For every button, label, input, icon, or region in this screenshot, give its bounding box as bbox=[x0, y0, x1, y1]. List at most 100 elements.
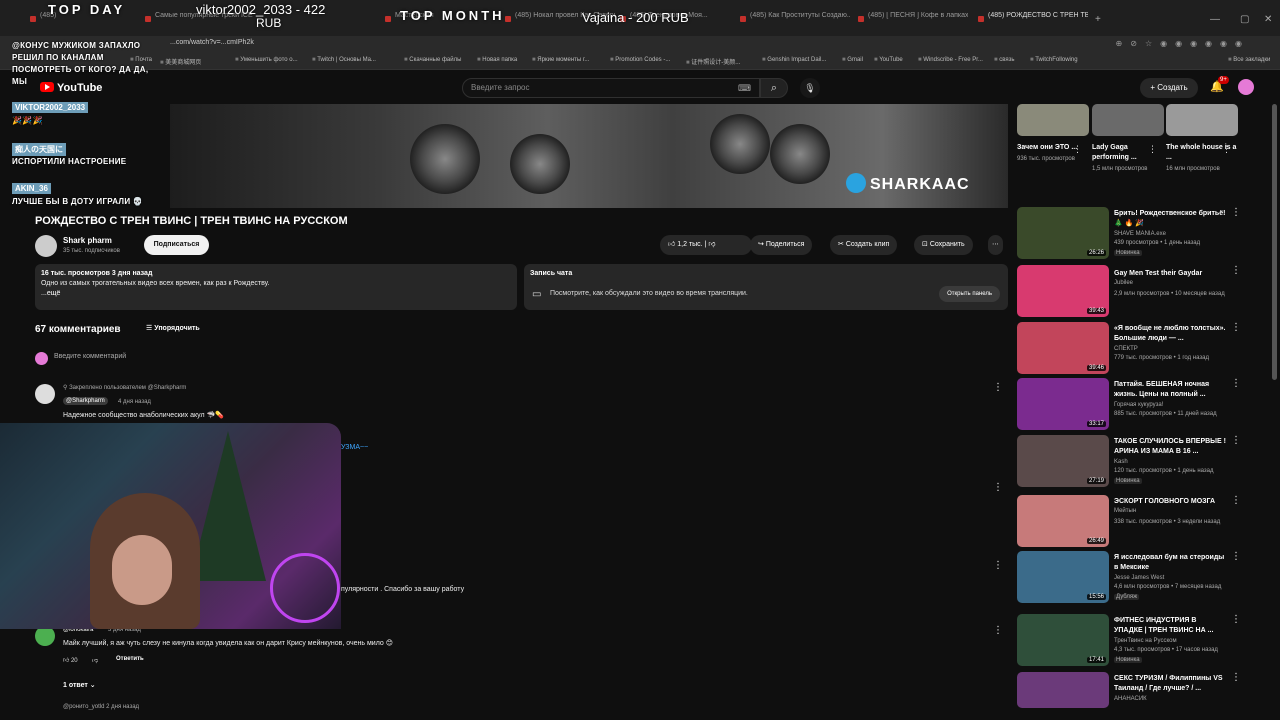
rec-menu-icon[interactable]: ⋮ bbox=[1231, 495, 1241, 506]
bookmark[interactable]: Twitch | Основы Ma... bbox=[312, 57, 376, 63]
short-thumbnail[interactable] bbox=[1092, 104, 1164, 136]
search-input[interactable]: Введите запрос bbox=[471, 83, 530, 92]
comment-author-partial[interactable]: @ронито_yotld 2 дня назад bbox=[63, 704, 139, 710]
rec-menu-icon[interactable]: ⋮ bbox=[1231, 322, 1241, 333]
minimize-icon[interactable]: — bbox=[1210, 14, 1220, 25]
rec-title[interactable]: Брить! Рождественское бритьё! 🎄 🔥 🎉 bbox=[1114, 209, 1226, 229]
bookmark[interactable]: связь bbox=[994, 57, 1014, 63]
show-replies-button[interactable]: 1 ответ ⌄ bbox=[63, 681, 96, 689]
bookmark[interactable]: Gmail bbox=[842, 57, 863, 63]
comment-link-partial[interactable]: УЗМА~~ bbox=[341, 444, 368, 451]
address-url[interactable]: ...com/watch?v=...cmIPh2k bbox=[170, 39, 254, 46]
rec-item[interactable]: 26:49 ЭСКОРТ ГОЛОВНОГО МОЗГА Мейтын 338 … bbox=[1017, 495, 1257, 549]
browser-tab[interactable]: (485) Как Проституты Создаю... bbox=[740, 12, 850, 32]
rec-menu-icon[interactable]: ⋮ bbox=[1231, 614, 1241, 625]
clip-button[interactable]: ✂ Создать клип bbox=[830, 235, 898, 255]
rec-item[interactable]: 15:56 Я исследовал бум на стероиды в Мек… bbox=[1017, 551, 1257, 605]
youtube-logo[interactable]: YouTube bbox=[40, 82, 102, 94]
bookmark[interactable]: Уменьшить фото о... bbox=[235, 57, 297, 63]
open-chat-panel-button[interactable]: Открыть панель bbox=[939, 286, 1000, 302]
rec-menu-icon[interactable]: ⋮ bbox=[1231, 265, 1241, 276]
rec-menu-icon[interactable]: ⋮ bbox=[1231, 551, 1241, 562]
like-dislike-button[interactable]: 👍︎ 1,2 тыс. | 👎︎ bbox=[660, 235, 752, 255]
comment-dislike-icon[interactable]: 👎︎ bbox=[92, 656, 98, 664]
comment-input[interactable]: Введите комментарий bbox=[54, 353, 126, 360]
rec-menu-icon[interactable]: ⋮ bbox=[1231, 207, 1241, 218]
bookmark[interactable]: Почта bbox=[130, 57, 152, 63]
rec-thumbnail[interactable] bbox=[1017, 672, 1109, 708]
rec-title[interactable]: СЕКС ТУРИЗМ / Филиппины VS Таиланд / Где… bbox=[1114, 674, 1226, 694]
description-box[interactable]: 16 тыс. просмотров 3 дня назад Одно из с… bbox=[35, 264, 517, 310]
short-card[interactable]: Зачем они ЭТО ... 936 тыс. просмотров ⋮ bbox=[1017, 104, 1089, 163]
search-field[interactable]: Введите запрос ⌨ bbox=[462, 78, 760, 98]
subscribe-button[interactable]: Подписаться bbox=[144, 235, 209, 255]
share-button[interactable]: ↪ Поделиться bbox=[750, 235, 813, 255]
comment-avatar[interactable] bbox=[35, 384, 55, 404]
rec-channel[interactable]: Горячая кукуруза! bbox=[1114, 402, 1163, 408]
comment-time[interactable]: 4 дня назад bbox=[118, 399, 151, 405]
rec-item[interactable]: 39:46 «Я вообще не люблю толстых». Больш… bbox=[1017, 322, 1257, 376]
comment-author[interactable]: @Sharkpharm bbox=[63, 397, 108, 405]
dislike-icon[interactable]: | 👎︎ bbox=[703, 241, 716, 248]
channel-avatar[interactable] bbox=[35, 235, 57, 257]
bookmark[interactable]: 证件照设计-美颜... bbox=[686, 57, 740, 66]
reply-button[interactable]: Ответить bbox=[116, 656, 144, 662]
page-scrollbar[interactable] bbox=[1272, 104, 1277, 380]
comment-menu-icon[interactable]: ⋮ bbox=[993, 625, 1003, 636]
rec-menu-icon[interactable]: ⋮ bbox=[1231, 672, 1241, 683]
bookmark[interactable]: 美美商城网页 bbox=[160, 57, 201, 66]
save-button[interactable]: ⊡ Сохранить bbox=[914, 235, 973, 255]
new-tab-icon[interactable]: + bbox=[1095, 14, 1101, 25]
bookmark-folder[interactable]: Все закладки bbox=[1228, 57, 1270, 63]
rec-title[interactable]: Gay Men Test their Gaydar bbox=[1114, 269, 1226, 279]
short-thumbnail[interactable] bbox=[1017, 104, 1089, 136]
voice-search-button[interactable]: 🎙 bbox=[800, 78, 820, 98]
rec-title[interactable]: «Я вообще не люблю толстых». Большие люд… bbox=[1114, 324, 1226, 344]
rec-thumbnail[interactable]: 15:56 bbox=[1017, 551, 1109, 603]
rec-thumbnail[interactable]: 26:26 bbox=[1017, 207, 1109, 259]
rec-item[interactable]: 27:19 ТАКОЕ СЛУЧИЛОСЬ ВПЕРВЫЕ ! АРИНА ИЗ… bbox=[1017, 435, 1257, 489]
rec-channel[interactable]: СПЕКТР bbox=[1114, 346, 1138, 352]
short-card[interactable]: Lady Gaga performing ... 1,5 млн просмот… bbox=[1092, 104, 1164, 173]
rec-thumbnail[interactable]: 17:41 bbox=[1017, 614, 1109, 666]
keyboard-icon[interactable]: ⌨ bbox=[738, 83, 751, 94]
rec-channel[interactable]: Мейтын bbox=[1114, 508, 1136, 514]
rec-channel[interactable]: Jesse James West bbox=[1114, 575, 1164, 581]
more-actions-button[interactable]: ⋯ bbox=[988, 235, 1003, 255]
rec-menu-icon[interactable]: ⋮ bbox=[1231, 435, 1241, 446]
rec-title[interactable]: Я исследовал бум на стероиды в Мексике bbox=[1114, 553, 1226, 573]
account-avatar[interactable] bbox=[1238, 79, 1254, 95]
rec-channel[interactable]: АНАНАСИК bbox=[1114, 696, 1147, 702]
bookmark[interactable]: Скачанные файлы bbox=[404, 57, 461, 63]
bookmark[interactable]: Genshin Impact Dail... bbox=[762, 57, 826, 63]
rec-thumbnail[interactable]: 26:49 bbox=[1017, 495, 1109, 547]
sort-comments-button[interactable]: ☰ Упорядочить bbox=[146, 324, 200, 332]
bookmark[interactable]: TwitchFollowing bbox=[1030, 57, 1077, 63]
rec-menu-icon[interactable]: ⋮ bbox=[1231, 378, 1241, 389]
short-menu-icon[interactable]: ⋮ bbox=[1222, 144, 1231, 155]
rec-thumbnail[interactable]: 39:43 bbox=[1017, 265, 1109, 317]
rec-item[interactable]: 39:43 Gay Men Test their Gaydar Jubilee … bbox=[1017, 265, 1257, 319]
short-thumbnail[interactable] bbox=[1166, 104, 1238, 136]
channel-name[interactable]: Shark pharm bbox=[63, 236, 112, 245]
maximize-icon[interactable]: ▢ bbox=[1240, 14, 1249, 25]
rec-title[interactable]: Паттайя. БЕШЕНАЯ ночная жизнь. Цены на п… bbox=[1114, 380, 1226, 400]
address-bar[interactable]: ...com/watch?v=...cmIPh2k ⊕⊘☆◉◉◉◉◉◉ bbox=[0, 36, 1280, 54]
short-menu-icon[interactable]: ⋮ bbox=[1148, 144, 1157, 155]
comment-like-button[interactable]: 👍︎ 20 bbox=[63, 656, 78, 664]
rec-item[interactable]: 17:41 ФИТНЕС ИНДУСТРИЯ В УПАДКЕ | ТРЕН Т… bbox=[1017, 614, 1257, 668]
rec-item[interactable]: 26:26 Брить! Рождественское бритьё! 🎄 🔥 … bbox=[1017, 207, 1257, 261]
rec-item[interactable]: СЕКС ТУРИЗМ / Филиппины VS Таиланд / Где… bbox=[1017, 672, 1257, 712]
close-window-icon[interactable]: ✕ bbox=[1264, 14, 1272, 25]
comment-menu-icon[interactable]: ⋮ bbox=[993, 560, 1003, 571]
rec-channel[interactable]: Kash bbox=[1114, 459, 1128, 465]
rec-item[interactable]: 33:17 Паттайя. БЕШЕНАЯ ночная жизнь. Цен… bbox=[1017, 378, 1257, 432]
comment-menu-icon[interactable]: ⋮ bbox=[993, 482, 1003, 493]
extension-icons[interactable]: ⊕⊘☆◉◉◉◉◉◉ bbox=[1116, 39, 1250, 48]
create-button[interactable]: + Создать bbox=[1140, 78, 1198, 98]
rec-channel[interactable]: Jubilee bbox=[1114, 280, 1133, 286]
rec-thumbnail[interactable]: 39:46 bbox=[1017, 322, 1109, 374]
browser-tab[interactable]: (485) [ ПЕСНЯ ] Кофе в лапках... bbox=[858, 12, 968, 32]
bookmark[interactable]: Новая папка bbox=[477, 57, 517, 63]
rec-channel[interactable]: ТренТвинс на Русском bbox=[1114, 638, 1177, 644]
